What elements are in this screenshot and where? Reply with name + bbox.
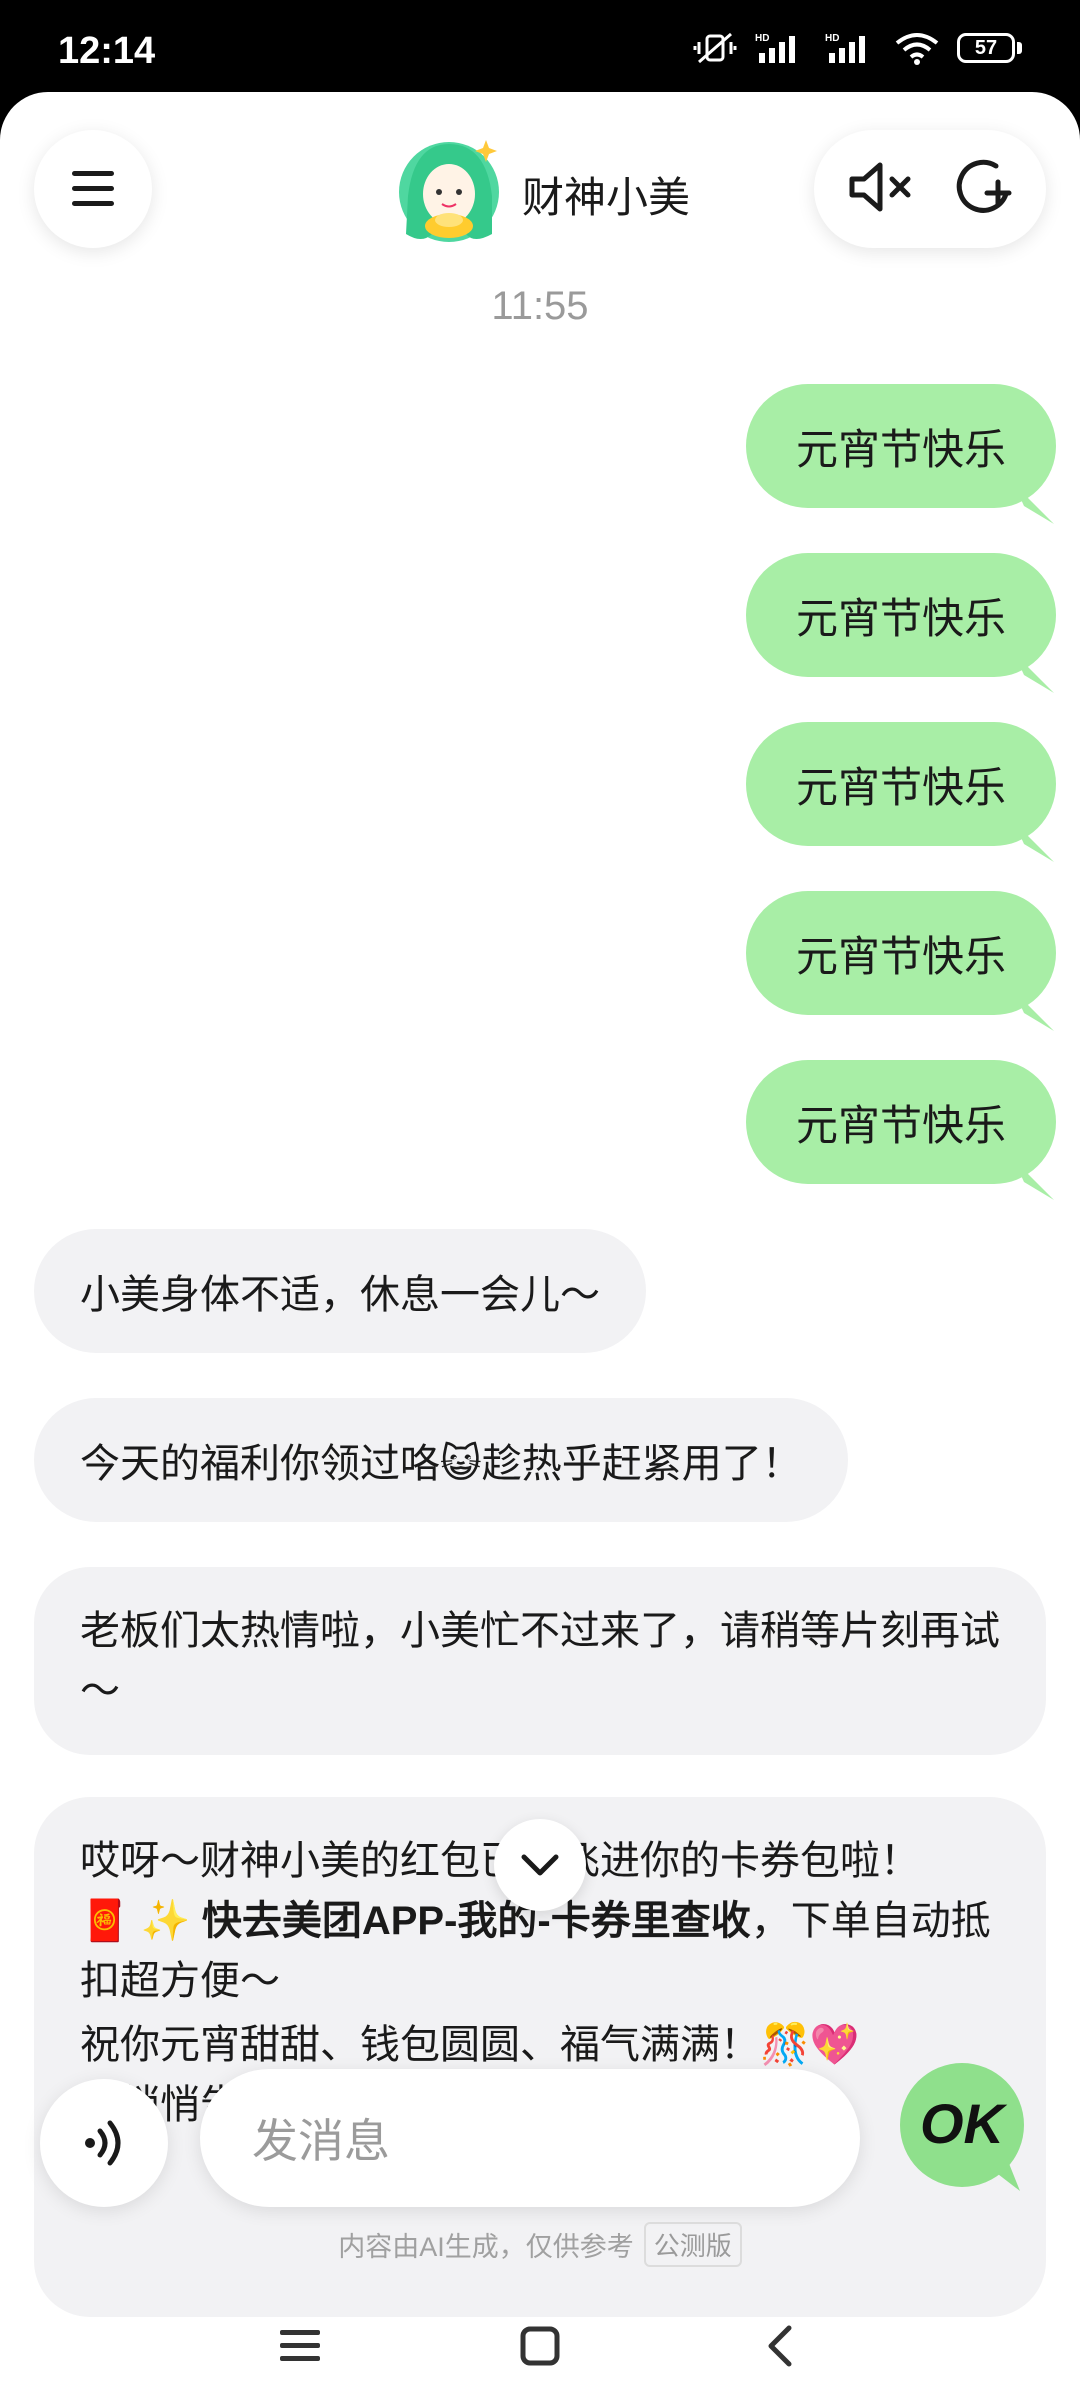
recent-apps-button[interactable] — [180, 2328, 420, 2364]
bot-message[interactable]: 老板们太热情啦，小美忙不过来了，请稍等片刻再试～ — [34, 1567, 1046, 1755]
system-nav-bar — [0, 2292, 1080, 2400]
battery-level: 57 — [957, 33, 1015, 63]
chat-timestamp: 11:55 — [491, 284, 589, 328]
highlight-text: 快去美团APP-我的-卡券里查收 — [201, 1899, 751, 1943]
ai-disclaimer: 内容由AI生成，仅供参考 公测版 — [0, 2222, 1080, 2267]
chat-screen: 财神小美 11:55 元宵节快乐 元宵节快乐 元宵节快乐 元宵节快乐 元宵节快乐… — [0, 92, 1080, 2400]
input-bar: 发消息 OK — [0, 2047, 1080, 2207]
user-message[interactable]: 元宵节快乐 — [746, 553, 1056, 693]
signal-hd-icon-2: HD — [825, 31, 877, 65]
voice-icon — [85, 2120, 121, 2166]
header-actions — [814, 130, 1046, 248]
user-message[interactable]: 元宵节快乐 — [746, 384, 1056, 524]
user-message[interactable]: 元宵节快乐 — [746, 891, 1056, 1031]
user-message[interactable]: 元宵节快乐 — [746, 722, 1056, 862]
mute-button[interactable] — [846, 159, 916, 220]
speaker-muted-icon — [849, 162, 911, 211]
home-button[interactable] — [420, 2326, 660, 2366]
menu-lines-icon — [280, 2330, 320, 2361]
status-bar: 12:14 HD HD 57 — [0, 0, 1080, 100]
signal-hd-icon: HD — [755, 31, 807, 65]
status-icons: HD HD 57 — [693, 30, 1022, 66]
hamburger-icon — [72, 171, 114, 206]
page-title: 财神小美 — [522, 174, 691, 221]
ok-label: OK — [920, 2092, 1008, 2155]
bot-message[interactable]: 今天的福利你领过咯😺趁热乎赶紧用了！ — [34, 1398, 848, 1522]
avatar[interactable] — [394, 134, 504, 244]
scroll-to-bottom-button[interactable] — [494, 1819, 586, 1911]
bot-message[interactable]: 小美身体不适，休息一会儿～ — [34, 1229, 646, 1353]
home-square-icon — [520, 2326, 560, 2366]
status-time: 12:14 — [58, 30, 156, 72]
menu-button[interactable] — [34, 130, 152, 248]
user-message[interactable]: 元宵节快乐 — [746, 1060, 1056, 1200]
voice-input-button[interactable] — [40, 2079, 168, 2207]
beta-badge: 公测版 — [643, 2222, 742, 2267]
back-button[interactable] — [660, 2324, 900, 2368]
vibrate-off-icon — [693, 30, 737, 66]
wifi-icon — [895, 31, 939, 65]
message-input[interactable]: 发消息 — [200, 2069, 860, 2207]
svg-text:HD: HD — [755, 33, 769, 44]
new-chat-button[interactable] — [952, 156, 1014, 223]
ok-send-button[interactable]: OK — [898, 2063, 1030, 2195]
back-chevron-icon — [768, 2325, 792, 2367]
chevron-down-icon — [521, 1854, 559, 1876]
svg-text:HD: HD — [825, 33, 839, 44]
battery-icon: 57 — [957, 33, 1022, 63]
new-chat-icon — [956, 159, 1012, 213]
